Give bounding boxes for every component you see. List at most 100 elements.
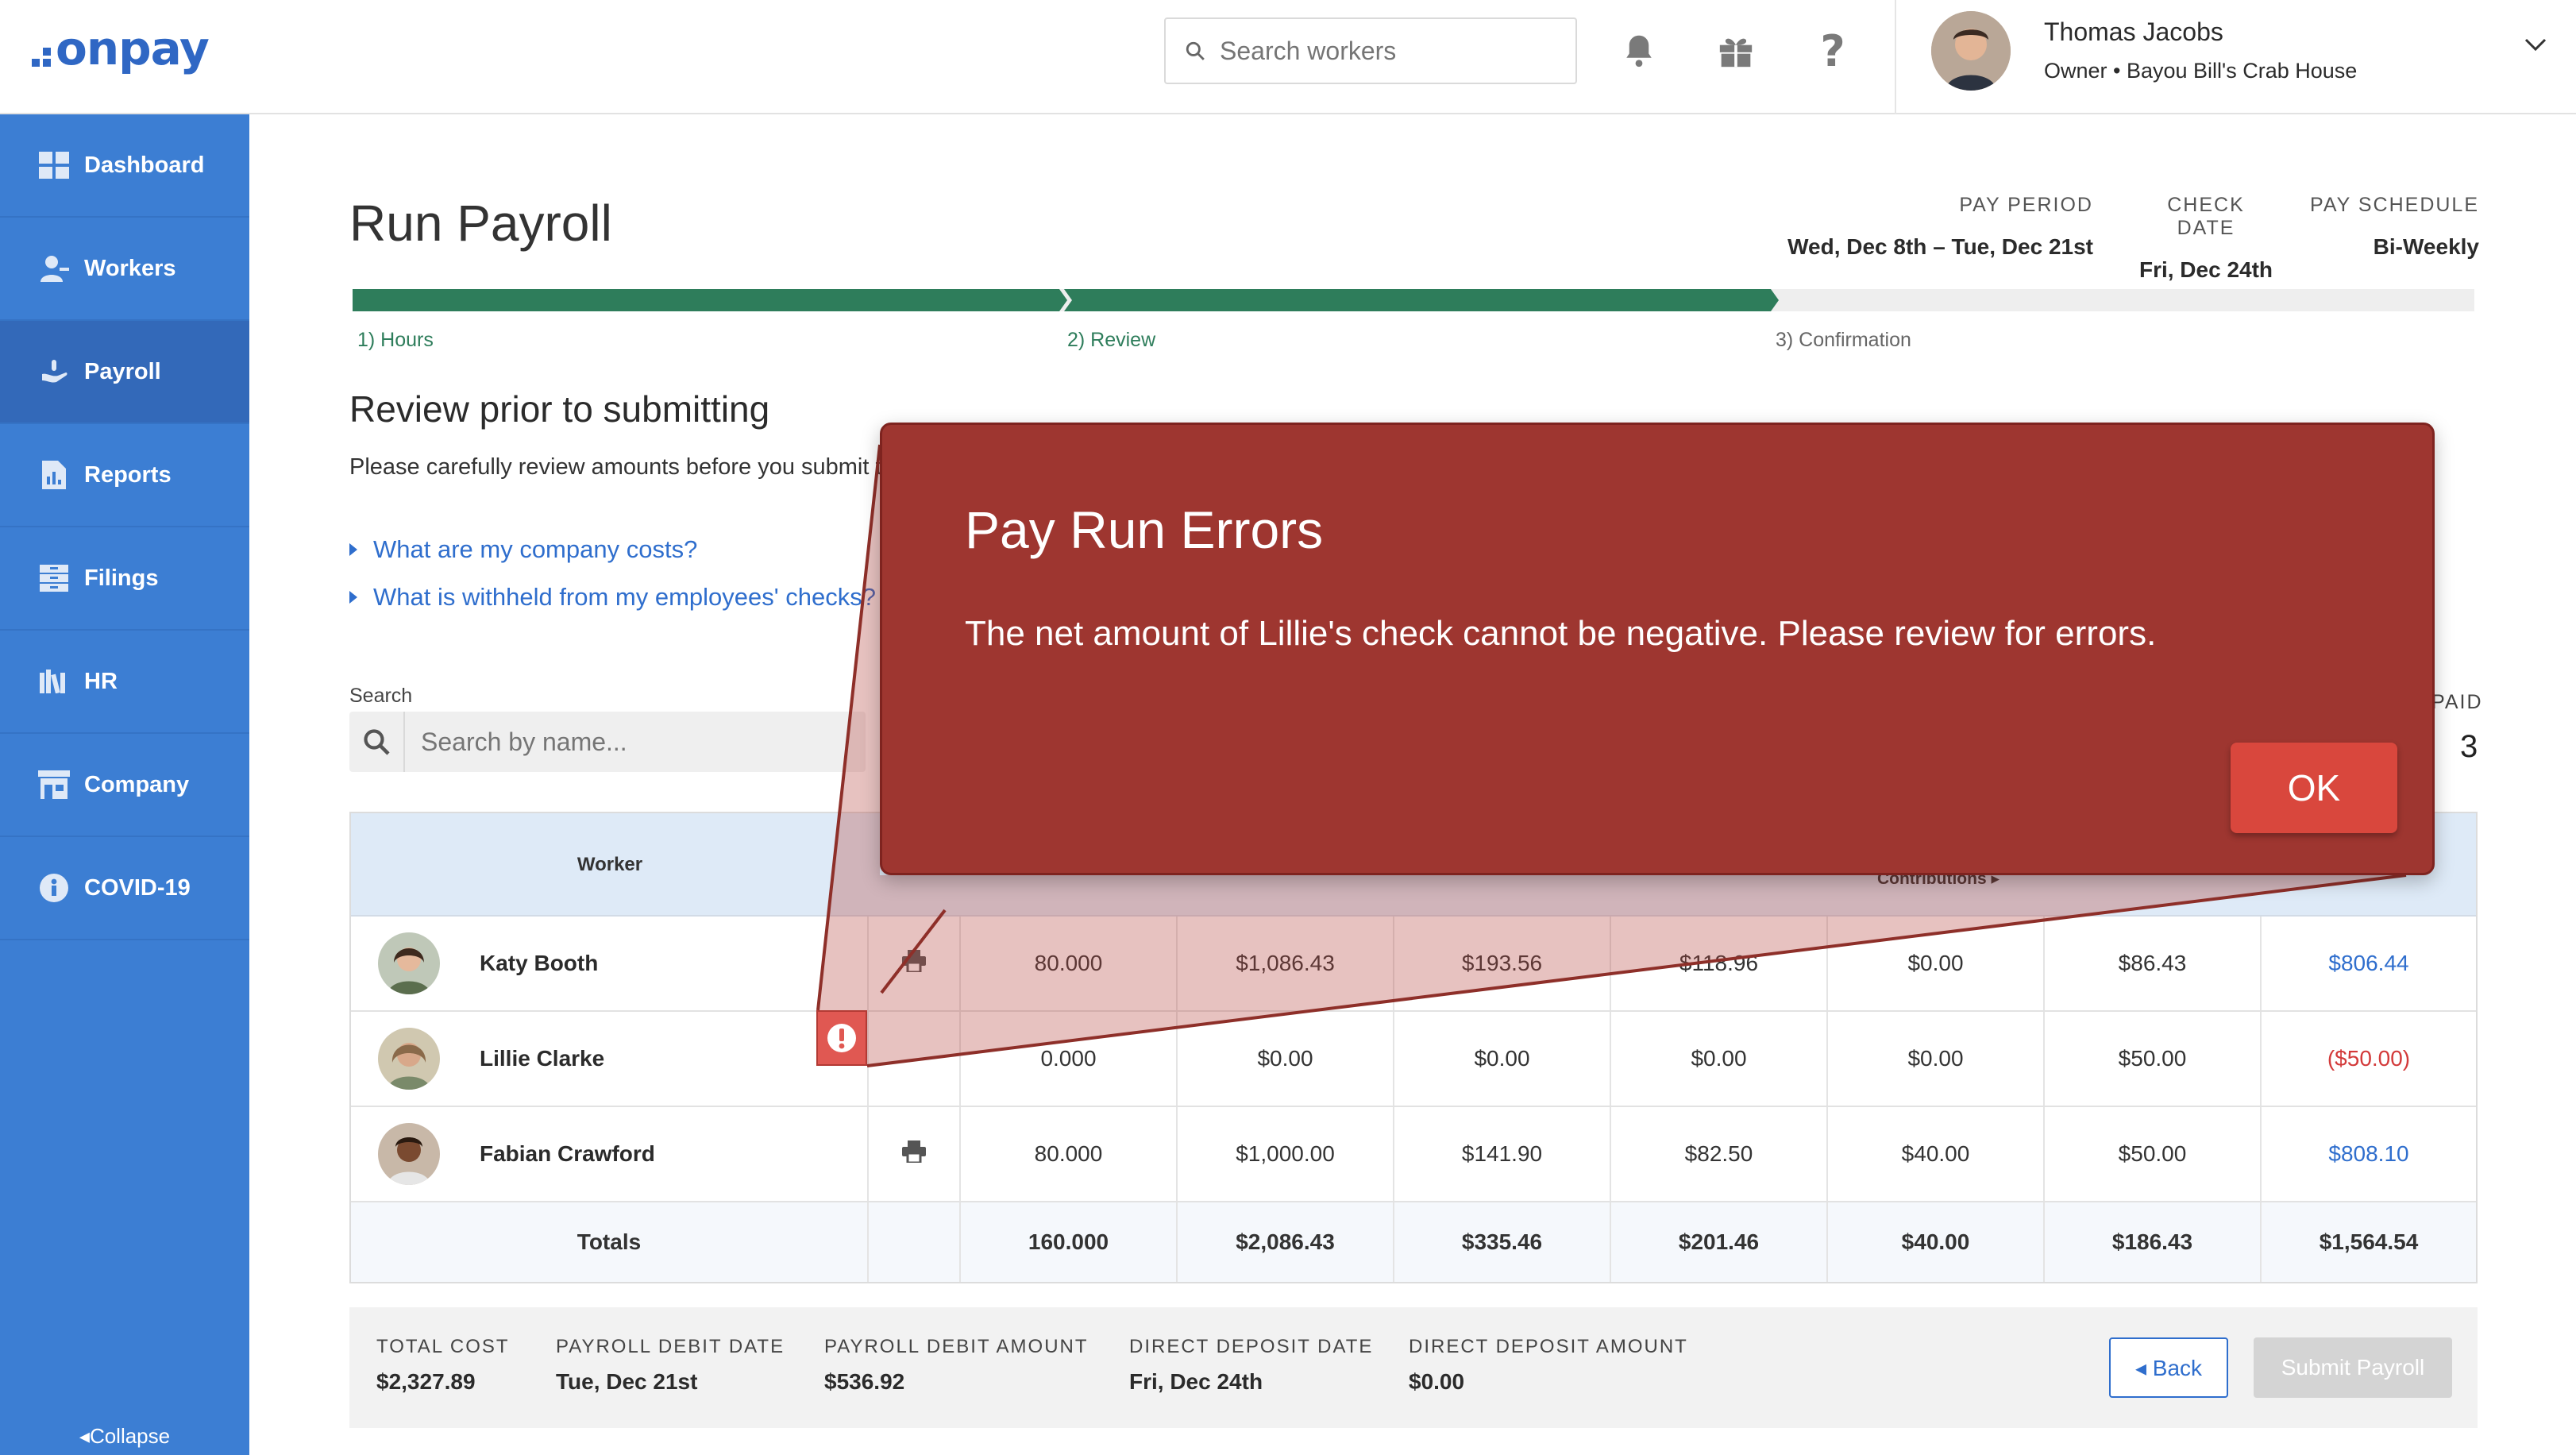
bell-icon[interactable] xyxy=(1617,29,1661,73)
worker-name[interactable]: Katy Booth xyxy=(480,951,598,976)
amount-cell: $0.00 xyxy=(1394,1012,1611,1106)
table-row[interactable]: Fabian Crawford 80.000 $1,000.00 $141.90… xyxy=(351,1107,2476,1202)
search-workers-input[interactable] xyxy=(1220,36,1569,66)
sidebar-item-company[interactable]: Company xyxy=(0,734,249,837)
hours-cell[interactable]: 80.000 xyxy=(961,917,1178,1010)
sidebar: Dashboard Workers Payroll Reports Filing… xyxy=(0,114,249,1455)
help-icon[interactable]: ? xyxy=(1811,26,1855,76)
caret-right-icon xyxy=(349,543,357,556)
printer-icon[interactable] xyxy=(902,1140,926,1168)
sidebar-item-label: Workers xyxy=(84,255,176,281)
amount-cell: $86.43 xyxy=(2045,917,2262,1010)
progress-step-review xyxy=(1064,289,1779,311)
table-row[interactable]: Katy Booth 80.000 $1,086.43 $193.56 $118… xyxy=(351,917,2476,1012)
dialog-message: The net amount of Lillie's check cannot … xyxy=(965,614,2157,653)
amount-cell: $0.00 xyxy=(1611,1012,1828,1106)
net-pay-cell[interactable]: $808.10 xyxy=(2262,1107,2476,1201)
amount-cell: $141.90 xyxy=(1394,1107,1611,1201)
payroll-debit-date: PAYROLL DEBIT DATE Tue, Dec 21st xyxy=(556,1336,785,1395)
table-row[interactable]: Lillie Clarke 0.000 $0.00 $0.00 $0.00 $0… xyxy=(351,1012,2476,1107)
faq-company-costs[interactable]: What are my company costs? xyxy=(349,535,697,564)
totals-print-cell xyxy=(869,1202,961,1282)
filings-icon xyxy=(38,562,70,594)
totals-amount: $201.46 xyxy=(1611,1202,1828,1282)
pay-period: PAY PERIOD Wed, Dec 8th – Tue, Dec 21st xyxy=(1747,194,2093,260)
worker-name[interactable]: Fabian Crawford xyxy=(480,1141,655,1167)
worker-name[interactable]: Lillie Clarke xyxy=(480,1046,604,1071)
direct-deposit-amount: DIRECT DEPOSIT AMOUNT $0.00 xyxy=(1409,1336,1688,1395)
onpay-logo[interactable]: onpay xyxy=(32,21,210,76)
amount-cell: $50.00 xyxy=(2045,1107,2262,1201)
debit-date-value: Tue, Dec 21st xyxy=(556,1369,698,1394)
gross-cell: $1,000.00 xyxy=(1178,1107,1394,1201)
avatar xyxy=(378,1028,440,1090)
debit-amount-label: PAYROLL DEBIT AMOUNT xyxy=(824,1336,1089,1357)
pay-period-value: Wed, Dec 8th – Tue, Dec 21st xyxy=(1787,234,2093,259)
paid-label: PAID xyxy=(2431,691,2483,713)
pay-schedule-label: PAY SCHEDULE xyxy=(2310,194,2479,216)
payroll-icon xyxy=(38,356,70,388)
sidebar-item-workers[interactable]: Workers xyxy=(0,218,249,321)
progress-step-hours xyxy=(353,289,1067,311)
dd-date-label: DIRECT DEPOSIT DATE xyxy=(1129,1336,1374,1357)
printer-icon[interactable] xyxy=(902,949,926,978)
sidebar-item-label: HR xyxy=(84,668,118,694)
search-workers-box[interactable] xyxy=(1164,17,1577,84)
debit-date-label: PAYROLL DEBIT DATE xyxy=(556,1336,785,1357)
print-cell xyxy=(869,1012,961,1106)
totals-row: Totals 160.000 $2,086.43 $335.46 $201.46… xyxy=(351,1202,2476,1282)
amount-cell: $0.00 xyxy=(1828,1012,2045,1106)
chevron-down-icon[interactable] xyxy=(2524,37,2547,56)
direct-deposit-date: DIRECT DEPOSIT DATE Fri, Dec 24th xyxy=(1129,1336,1373,1395)
dd-date-value: Fri, Dec 24th xyxy=(1129,1369,1263,1394)
gift-icon[interactable] xyxy=(1714,29,1758,73)
check-date-label: CHECK DATE xyxy=(2167,194,2245,239)
gross-cell: $0.00 xyxy=(1178,1012,1394,1106)
review-subtitle: Please carefully review amounts before y… xyxy=(349,454,895,480)
total-cost-label: TOTAL COST xyxy=(376,1336,510,1357)
paid-count: 3 xyxy=(2460,729,2478,764)
print-cell xyxy=(869,1107,961,1201)
sidebar-item-filings[interactable]: Filings xyxy=(0,527,249,631)
step-hours: 1) Hours xyxy=(357,329,434,351)
step-confirmation: 3) Confirmation xyxy=(1776,329,1911,351)
sidebar-item-dashboard[interactable]: Dashboard xyxy=(0,114,249,218)
user-avatar xyxy=(1931,11,2011,91)
ok-button[interactable]: OK xyxy=(2231,743,2397,833)
hours-cell[interactable]: 0.000 xyxy=(961,1012,1178,1106)
workers-icon xyxy=(38,253,70,284)
submit-payroll-button[interactable]: Submit Payroll xyxy=(2254,1337,2452,1398)
faq-withheld[interactable]: What is withheld from my employees' chec… xyxy=(349,583,876,612)
totals-label: Totals xyxy=(351,1202,869,1282)
sidebar-item-covid-19[interactable]: COVID-19 xyxy=(0,837,249,940)
sidebar-item-reports[interactable]: Reports xyxy=(0,424,249,527)
sidebar-item-hr[interactable]: HR xyxy=(0,631,249,734)
gross-cell: $1,086.43 xyxy=(1178,917,1394,1010)
progress-bar xyxy=(353,289,2474,311)
sidebar-item-label: Reports xyxy=(84,461,172,488)
amount-cell: $50.00 xyxy=(2045,1012,2262,1106)
search-by-name-box[interactable] xyxy=(349,712,866,772)
worker-cell: Lillie Clarke xyxy=(351,1012,869,1106)
back-button[interactable]: ◂ Back xyxy=(2109,1337,2228,1398)
net-pay-cell[interactable]: ($50.00) xyxy=(2262,1012,2476,1106)
chevron-left-icon: ◂ xyxy=(79,1424,90,1448)
warning-icon[interactable] xyxy=(816,1010,867,1066)
sidebar-item-label: Dashboard xyxy=(84,152,205,178)
logo-dots xyxy=(32,48,51,67)
print-cell xyxy=(869,917,961,1010)
totals-amount: $335.46 xyxy=(1394,1202,1611,1282)
hours-cell[interactable]: 80.000 xyxy=(961,1107,1178,1201)
user-menu[interactable]: Thomas Jacobs Owner • Bayou Bill's Crab … xyxy=(1895,0,2576,114)
payroll-table: Worker Contributions ▸ Katy Booth 80.000… xyxy=(349,812,2478,1283)
sidebar-item-payroll[interactable]: Payroll xyxy=(0,321,249,424)
totals-gross: $2,086.43 xyxy=(1178,1202,1394,1282)
net-pay-cell[interactable]: $806.44 xyxy=(2262,917,2476,1010)
debit-amount-value: $536.92 xyxy=(824,1369,905,1394)
company-icon xyxy=(38,769,70,801)
caret-right-icon xyxy=(349,591,357,604)
search-by-name-input[interactable] xyxy=(421,727,850,757)
totals-hours: 160.000 xyxy=(961,1202,1178,1282)
collapse-sidebar-button[interactable]: ◂Collapse xyxy=(0,1424,249,1449)
worker-column-header[interactable]: Worker xyxy=(351,813,869,917)
